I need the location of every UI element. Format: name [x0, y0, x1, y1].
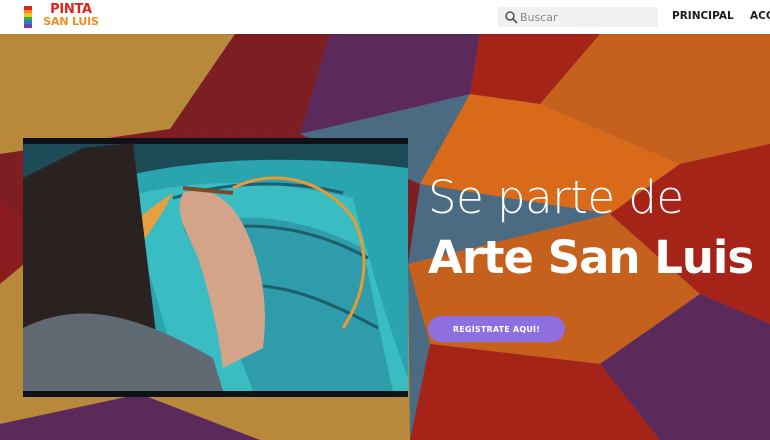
hero-headline-line1: Se parte de — [428, 171, 684, 224]
top-header: PINTA SAN LUIS PRINCIPAL ACC — [0, 0, 770, 34]
search-box[interactable] — [498, 7, 658, 27]
video-frame-image — [23, 138, 408, 397]
logo-line2: SAN LUIS — [43, 15, 99, 28]
register-button[interactable]: REGÍSTRATE AQUÍ! — [428, 316, 565, 342]
logo-text: PINTA SAN LUIS — [36, 3, 106, 28]
video-player[interactable] — [23, 138, 408, 397]
nav-principal[interactable]: PRINCIPAL — [672, 10, 734, 22]
hero-headline-line2: Arte San Luis — [428, 231, 754, 284]
search-icon — [505, 11, 518, 24]
search-input[interactable] — [520, 7, 652, 27]
nav-acc[interactable]: ACC — [750, 10, 770, 22]
hero-section: Se parte de Arte San Luis REGÍSTRATE AQU… — [0, 34, 770, 440]
logo-stripes-icon — [24, 6, 32, 28]
logo[interactable]: PINTA SAN LUIS — [24, 3, 106, 30]
